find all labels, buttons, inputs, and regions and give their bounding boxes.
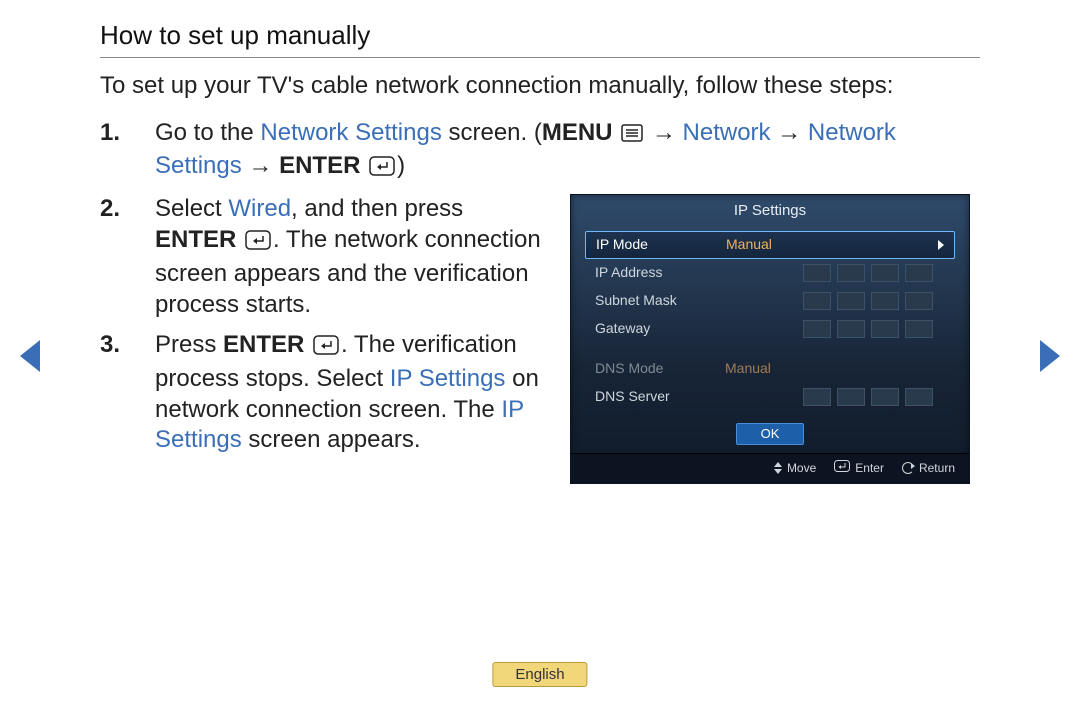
row-label: IP Mode bbox=[596, 236, 726, 254]
text: Go to the bbox=[155, 119, 260, 146]
row-label: Subnet Mask bbox=[595, 292, 725, 310]
text: Press bbox=[155, 331, 223, 358]
arrow: → bbox=[242, 152, 279, 179]
row-value: Manual bbox=[725, 360, 835, 378]
instruction-list: 1. Go to the Network Settings screen. (M… bbox=[100, 118, 980, 484]
list-item: 2. Select Wired, and then press ENTER . … bbox=[100, 194, 550, 320]
octet-field[interactable] bbox=[837, 388, 865, 406]
ip-address-row[interactable]: IP Address bbox=[585, 259, 955, 287]
step-number: 1. bbox=[100, 118, 155, 184]
octet-field[interactable] bbox=[837, 264, 865, 282]
octet-field[interactable] bbox=[871, 388, 899, 406]
step-body: Press ENTER . The verification process s… bbox=[155, 330, 550, 456]
link-text: Network bbox=[683, 119, 771, 146]
section-title: How to set up manually bbox=[100, 20, 980, 58]
text: , and then press bbox=[291, 195, 463, 222]
row-value: Manual bbox=[726, 236, 836, 254]
chevron-right-icon bbox=[938, 240, 944, 250]
text: screen appears. bbox=[242, 426, 421, 453]
panel-footer: Move Enter Return bbox=[571, 453, 969, 482]
octet-field[interactable] bbox=[803, 388, 831, 406]
octet-field[interactable] bbox=[803, 292, 831, 310]
row-label: IP Address bbox=[595, 264, 725, 282]
octet-fields bbox=[803, 264, 945, 282]
dns-server-row[interactable]: DNS Server bbox=[585, 383, 955, 411]
link-text: IP Settings bbox=[390, 365, 506, 392]
octet-fields bbox=[803, 320, 945, 338]
octet-field[interactable] bbox=[837, 320, 865, 338]
octet-fields bbox=[803, 388, 945, 406]
octet-field[interactable] bbox=[905, 320, 933, 338]
move-icon bbox=[772, 463, 782, 473]
text: screen. ( bbox=[442, 119, 542, 146]
menu-label: MENU bbox=[542, 119, 613, 146]
octet-field[interactable] bbox=[871, 264, 899, 282]
menu-icon bbox=[621, 120, 643, 151]
ip-mode-row[interactable]: IP Mode Manual bbox=[585, 231, 955, 259]
enter-label: ENTER bbox=[223, 331, 304, 358]
text: Select bbox=[155, 195, 228, 222]
arrow: → bbox=[771, 119, 808, 146]
arrow: → bbox=[652, 119, 683, 146]
row-label: Gateway bbox=[595, 320, 725, 338]
enter-icon bbox=[313, 333, 339, 364]
footer-label: Enter bbox=[855, 461, 884, 476]
intro-text: To set up your TV's cable network connec… bbox=[100, 72, 980, 100]
text: ) bbox=[397, 152, 405, 179]
octet-field[interactable] bbox=[871, 292, 899, 310]
link-text: Network Settings bbox=[260, 119, 441, 146]
octet-field[interactable] bbox=[837, 292, 865, 310]
enter-icon bbox=[834, 460, 850, 476]
footer-move: Move bbox=[772, 461, 816, 476]
triangle-left-icon bbox=[20, 340, 40, 372]
panel-title: IP Settings bbox=[571, 195, 969, 230]
next-page-button[interactable] bbox=[1040, 340, 1060, 372]
footer-label: Return bbox=[919, 461, 955, 476]
octet-field[interactable] bbox=[905, 264, 933, 282]
dns-mode-row[interactable]: DNS Mode Manual bbox=[585, 355, 955, 383]
octet-field[interactable] bbox=[803, 264, 831, 282]
step-body: Select Wired, and then press ENTER . The… bbox=[155, 194, 550, 320]
return-icon bbox=[902, 462, 914, 474]
enter-label: ENTER bbox=[279, 152, 360, 179]
triangle-right-icon bbox=[1040, 340, 1060, 372]
octet-field[interactable] bbox=[905, 292, 933, 310]
octet-field[interactable] bbox=[803, 320, 831, 338]
footer-label: Move bbox=[787, 461, 816, 476]
link-text: Wired bbox=[228, 195, 291, 222]
ip-settings-panel: IP Settings IP Mode Manual IP Address bbox=[570, 194, 970, 483]
row-label: DNS Server bbox=[595, 388, 725, 406]
gateway-row[interactable]: Gateway bbox=[585, 315, 955, 343]
octet-field[interactable] bbox=[871, 320, 899, 338]
enter-icon bbox=[245, 228, 271, 259]
prev-page-button[interactable] bbox=[20, 340, 40, 372]
step-number: 3. bbox=[100, 330, 155, 456]
row-label: DNS Mode bbox=[595, 360, 725, 378]
subnet-row[interactable]: Subnet Mask bbox=[585, 287, 955, 315]
ok-button[interactable]: OK bbox=[736, 423, 805, 446]
list-item: 3. Press ENTER . The verification proces… bbox=[100, 330, 550, 456]
list-item: 1. Go to the Network Settings screen. (M… bbox=[100, 118, 980, 184]
footer-return: Return bbox=[902, 461, 955, 476]
step-number: 2. bbox=[100, 194, 155, 320]
octet-field[interactable] bbox=[905, 388, 933, 406]
octet-fields bbox=[803, 292, 945, 310]
language-badge: English bbox=[492, 662, 587, 687]
enter-label: ENTER bbox=[155, 226, 236, 253]
enter-icon bbox=[369, 154, 395, 185]
footer-enter: Enter bbox=[834, 460, 884, 476]
step-body: Go to the Network Settings screen. (MENU… bbox=[155, 118, 980, 184]
